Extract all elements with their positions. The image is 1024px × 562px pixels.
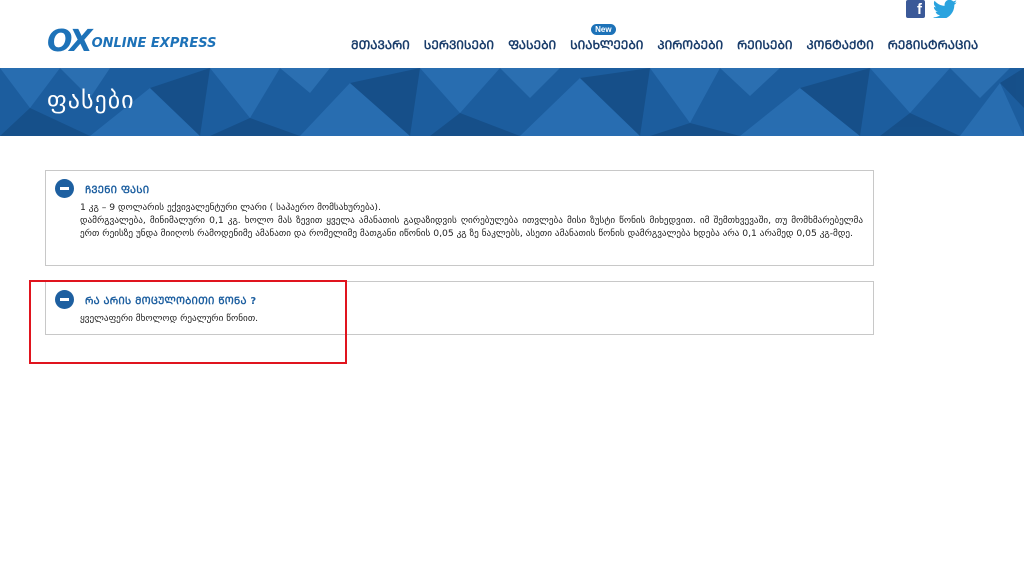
nav-item-news-label: ᲡᲘᲐᲮᲚᲔᲔᲑᲘ xyxy=(570,38,644,52)
site-header: OX ONLINE EXPRESS f ᲛᲗᲐᲕᲐᲠᲘ ᲡᲔᲠᲕᲘᲡᲔᲑᲘ ᲤᲐ… xyxy=(0,0,1024,68)
faq-title: ᲩᲕᲔᲜᲘ ᲤᲐᲡᲘ xyxy=(85,184,150,196)
nav-item-prices[interactable]: ᲤᲐᲡᲔᲑᲘ xyxy=(501,36,563,53)
nav-item-registration[interactable]: ᲠᲔᲒᲘᲡᲢᲠᲐᲪᲘᲐ xyxy=(881,36,985,53)
facebook-icon[interactable]: f xyxy=(906,0,925,18)
banner-pattern xyxy=(0,68,1024,136)
social-links: f xyxy=(906,0,958,20)
site-logo[interactable]: OX ONLINE EXPRESS xyxy=(47,27,217,57)
logo-mark: OX xyxy=(47,24,93,59)
nav-item-news[interactable]: ᲡᲘᲐᲮᲚᲔᲔᲑᲘ New xyxy=(563,24,650,53)
twitter-bird-icon xyxy=(932,0,957,20)
highlight-box xyxy=(29,280,347,364)
nav-item-home[interactable]: ᲛᲗᲐᲕᲐᲠᲘ xyxy=(351,36,417,53)
faq-item-our-price: ᲩᲕᲔᲜᲘ ᲤᲐᲡᲘ 1 კგ – 9 დოლარის ექვივალენტურ… xyxy=(45,170,874,266)
faq-body-line: დამრგვალება, მინიმალური 0,1 კგ. ხოლო მას… xyxy=(80,215,863,239)
page-banner: ფასები xyxy=(0,68,1024,136)
page-title: ფასები xyxy=(47,86,135,114)
main-nav: ᲛᲗᲐᲕᲐᲠᲘ ᲡᲔᲠᲕᲘᲡᲔᲑᲘ ᲤᲐᲡᲔᲑᲘ ᲡᲘᲐᲮᲚᲔᲔᲑᲘ New Პ… xyxy=(351,24,985,53)
collapse-icon[interactable] xyxy=(55,179,74,198)
page: OX ONLINE EXPRESS f ᲛᲗᲐᲕᲐᲠᲘ ᲡᲔᲠᲕᲘᲡᲔᲑᲘ ᲤᲐ… xyxy=(0,0,1024,562)
twitter-icon[interactable] xyxy=(932,0,958,20)
nav-item-contact[interactable]: ᲙᲝᲜᲢᲐᲥᲢᲘ xyxy=(800,36,881,53)
faq-body-line: 1 კგ – 9 დოლარის ექვივალენტური ლარი ( სა… xyxy=(80,202,381,213)
faq-header[interactable]: ᲩᲕᲔᲜᲘ ᲤᲐᲡᲘ xyxy=(46,171,873,198)
nav-item-conditions[interactable]: ᲞᲘᲠᲝᲑᲔᲑᲘ xyxy=(650,36,730,53)
new-badge: New xyxy=(591,24,616,35)
logo-text: ONLINE EXPRESS xyxy=(91,36,217,51)
faq-body: 1 კგ – 9 დოლარის ექვივალენტური ლარი ( სა… xyxy=(46,198,873,240)
nav-item-flights[interactable]: ᲠᲔᲘᲡᲔᲑᲘ xyxy=(730,36,799,53)
nav-item-services[interactable]: ᲡᲔᲠᲕᲘᲡᲔᲑᲘ xyxy=(417,36,501,53)
